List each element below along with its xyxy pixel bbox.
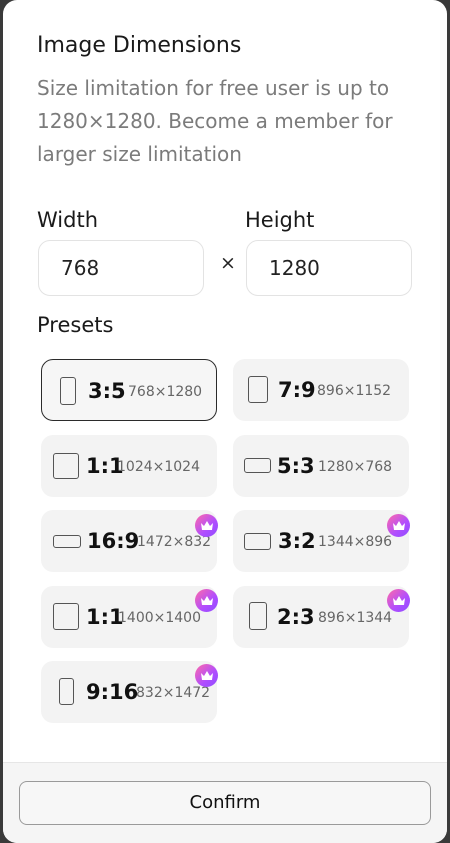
preset-ratio: 2:3 (277, 605, 315, 629)
preset-5-3[interactable]: 5:3 1280×768 (233, 435, 409, 497)
preset-dims: 1344×896 (318, 534, 393, 550)
wide-ratio-icon (53, 535, 81, 548)
preset-7-9[interactable]: 7:9 896×1152 (233, 359, 409, 421)
preset-2-3[interactable]: 2:3 896×1344 (233, 586, 409, 648)
preset-dims: 1472×832 (137, 534, 212, 550)
preset-ratio: 7:9 (278, 378, 316, 402)
crown-icon (195, 589, 218, 612)
preset-16-9[interactable]: 16:9 1472×832 (41, 510, 217, 572)
confirm-button[interactable]: Confirm (19, 781, 431, 825)
preset-ratio: 3:5 (88, 379, 126, 403)
preset-3-2[interactable]: 3:2 1344×896 (233, 510, 409, 572)
crown-icon (195, 514, 218, 537)
dialog-footer: Confirm (3, 762, 447, 843)
preset-dims: 768×1280 (128, 384, 203, 400)
preset-1-1[interactable]: 1:1 1024×1024 (41, 435, 217, 497)
preset-ratio: 5:3 (277, 454, 315, 478)
preset-ratio: 3:2 (278, 529, 316, 553)
landscape-ratio-icon (244, 458, 271, 473)
preset-3-5[interactable]: 3:5 768×1280 (41, 359, 217, 421)
square-ratio-icon (53, 453, 79, 479)
portrait-ratio-icon (249, 602, 267, 630)
crown-icon (387, 514, 410, 537)
tall-ratio-icon (59, 678, 74, 705)
preset-1-1-large[interactable]: 1:1 1400×1400 (41, 586, 217, 648)
preset-ratio: 16:9 (87, 529, 140, 553)
portrait-ratio-icon (60, 377, 76, 405)
dialog-title: Image Dimensions (37, 33, 242, 58)
preset-dims: 896×1152 (317, 383, 392, 399)
height-label: Height (245, 208, 315, 232)
presets-label: Presets (37, 313, 114, 337)
preset-ratio: 9:16 (86, 680, 139, 704)
dimension-separator: × (220, 252, 236, 274)
dialog-description: Size limitation for free user is up to 1… (37, 76, 393, 166)
crown-icon (195, 664, 218, 687)
portrait-ratio-icon (248, 376, 268, 403)
image-dimensions-dialog: Image Dimensions Size limitation for fre… (3, 0, 447, 843)
width-label: Width (37, 208, 99, 232)
preset-dims: 896×1344 (318, 610, 393, 626)
width-input[interactable]: 768 (38, 240, 204, 296)
preset-dims: 832×1472 (136, 685, 211, 701)
preset-dims: 1280×768 (318, 459, 393, 475)
height-input[interactable]: 1280 (246, 240, 412, 296)
preset-9-16[interactable]: 9:16 832×1472 (41, 661, 217, 723)
square-ratio-icon (53, 603, 79, 630)
preset-dims: 1400×1400 (118, 610, 201, 626)
landscape-ratio-icon (244, 533, 271, 550)
crown-icon (387, 589, 410, 612)
preset-dims: 1024×1024 (117, 459, 200, 475)
